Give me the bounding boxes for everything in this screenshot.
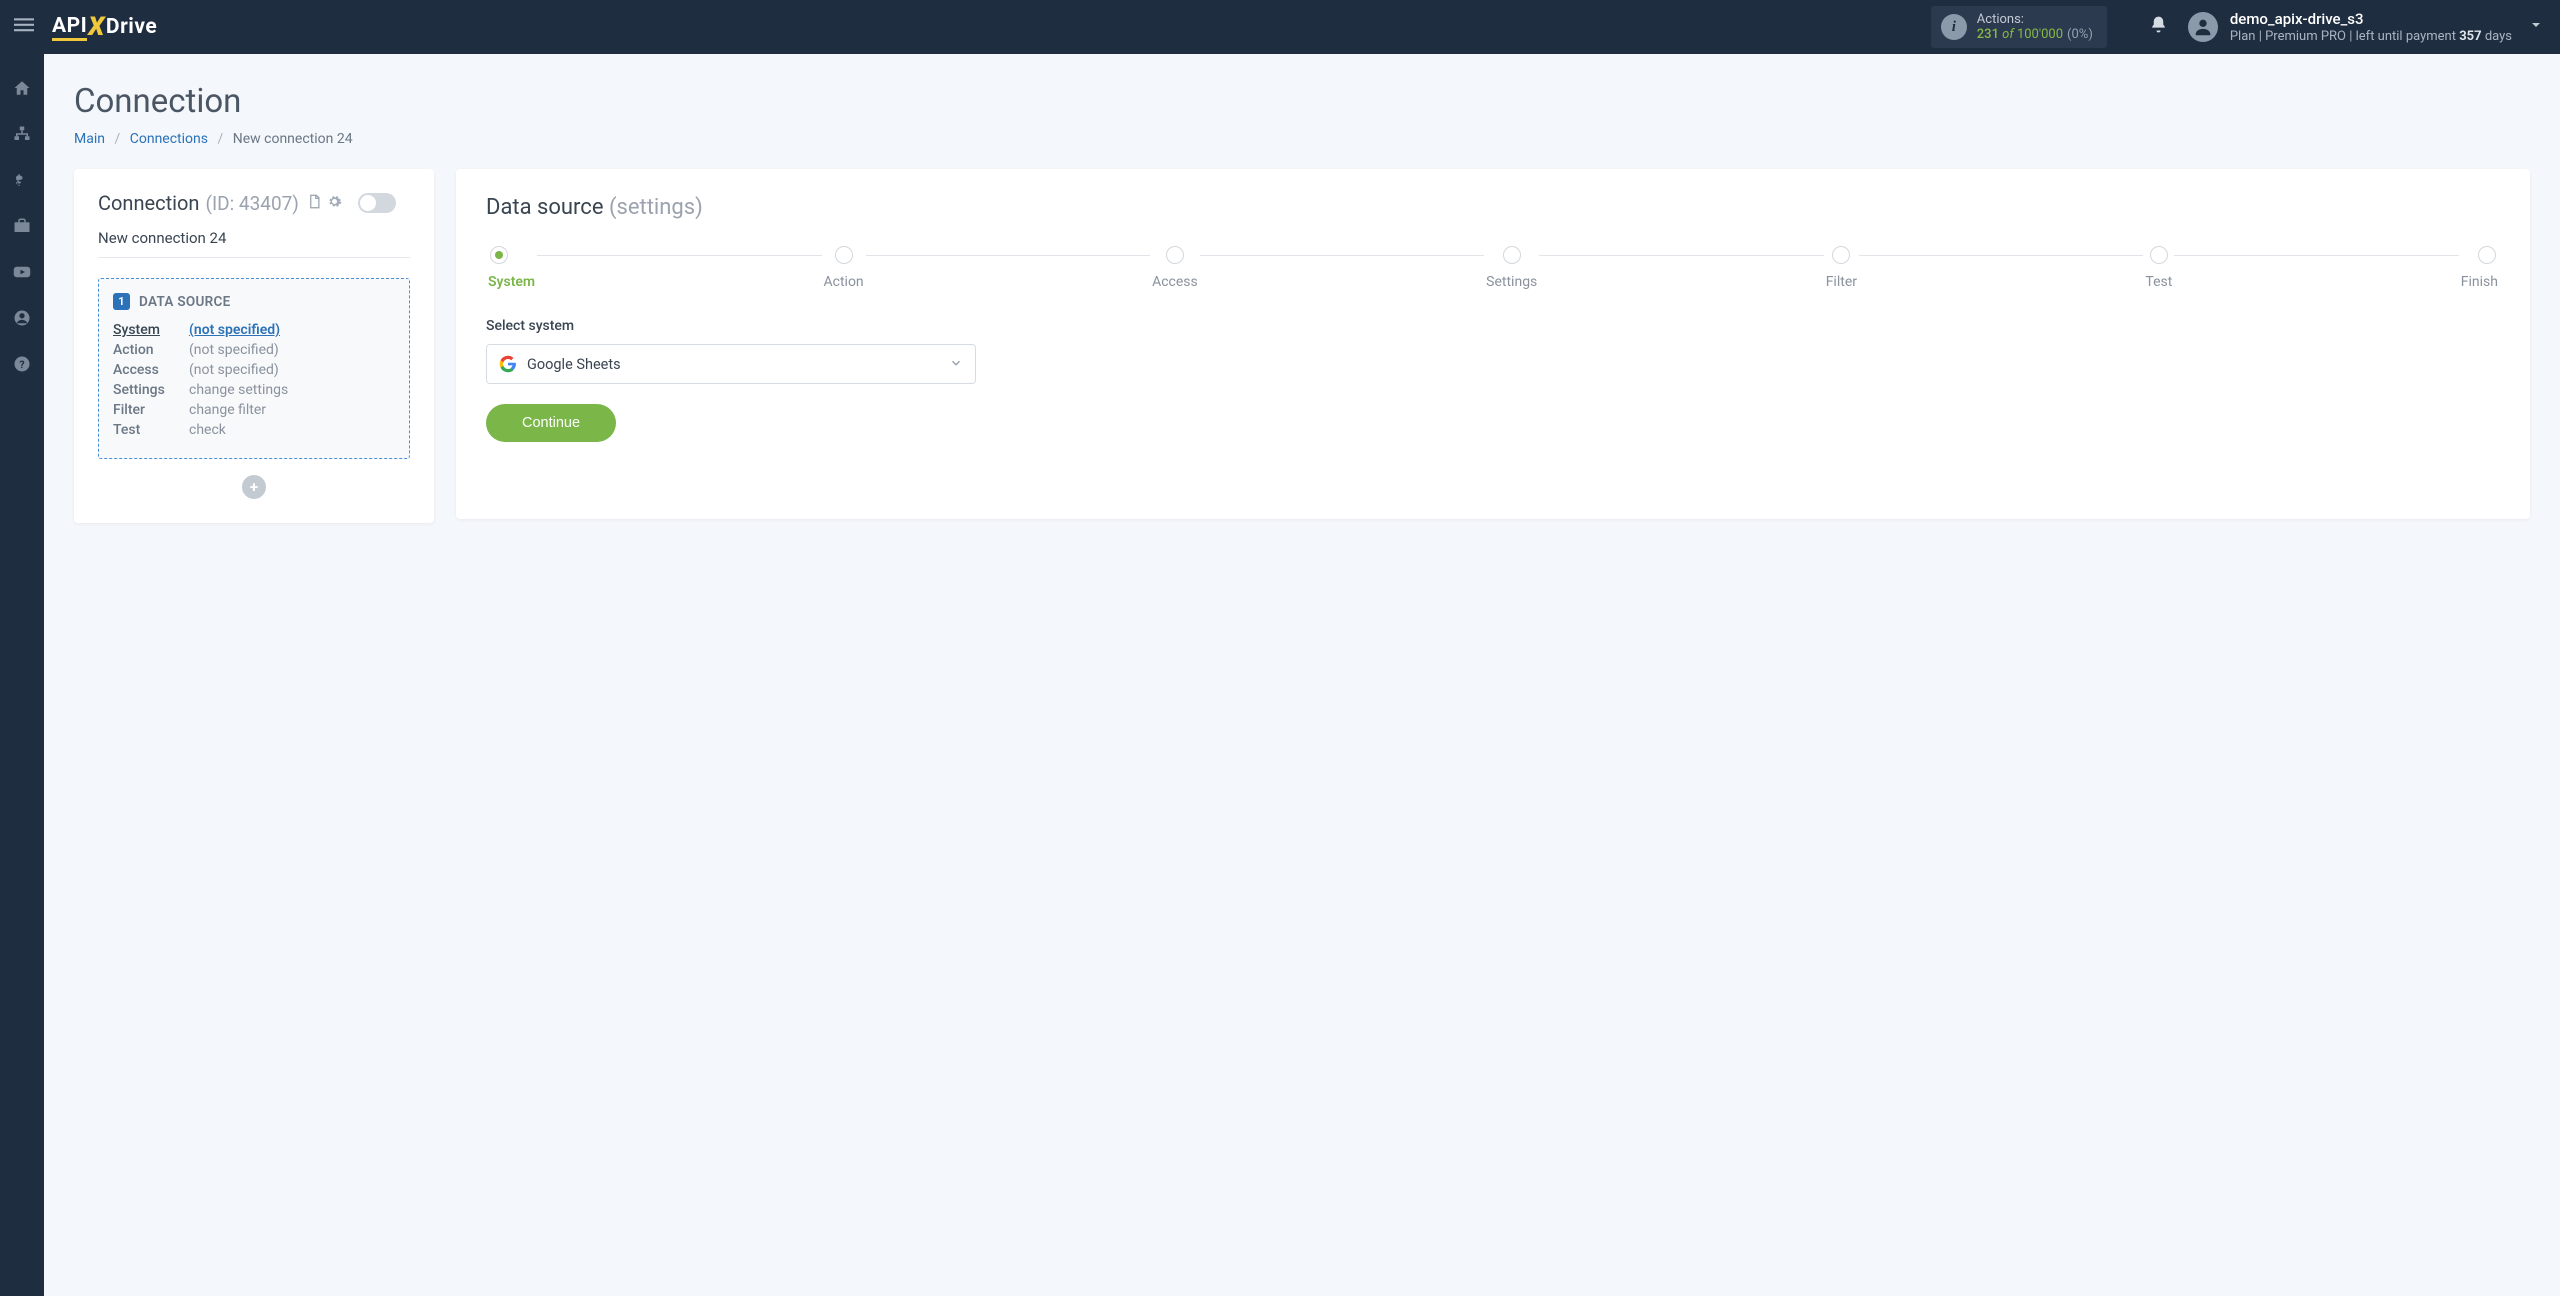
step-access[interactable]: Access: [1150, 246, 1200, 290]
info-icon: i: [1941, 14, 1967, 40]
briefcase-icon[interactable]: [12, 216, 32, 236]
user-icon[interactable]: [12, 308, 32, 328]
main-content: Connection Main / Connections / New conn…: [44, 54, 2560, 1296]
system-select[interactable]: Google Sheets: [486, 344, 976, 384]
row-key: Test: [113, 422, 189, 438]
avatar-icon: [2188, 12, 2218, 42]
help-icon[interactable]: ?: [12, 354, 32, 374]
chevron-down-icon: [949, 356, 963, 373]
stepper: System Action Access Settings Filter Test Fini…: [486, 246, 2500, 290]
home-icon[interactable]: [12, 78, 32, 98]
youtube-icon[interactable]: [12, 262, 32, 282]
data-source-settings-card: Data source (settings) System Action Acces…: [456, 169, 2530, 519]
connection-name: New connection 24: [98, 229, 410, 258]
sidebar: ?: [0, 54, 44, 1296]
step-finish[interactable]: Finish: [2459, 246, 2500, 290]
step-dot: [1503, 246, 1521, 264]
row-key: Filter: [113, 402, 189, 418]
gear-icon[interactable]: [327, 194, 342, 213]
breadcrumb-current: New connection 24: [233, 131, 353, 147]
right-heading-sub: (settings): [609, 195, 703, 220]
svg-text:?: ?: [19, 358, 24, 371]
source-row[interactable]: Action(not specified): [113, 342, 395, 358]
row-key: System: [113, 322, 189, 338]
system-select-value: Google Sheets: [527, 356, 949, 373]
row-value: check: [189, 422, 226, 438]
data-source-box: 1 DATA SOURCE System(not specified)Actio…: [98, 278, 410, 459]
right-heading: Data source: [486, 195, 604, 220]
row-value: (not specified): [189, 322, 280, 338]
user-plan: Plan | Premium PRO | left until payment …: [2230, 29, 2512, 44]
actions-label: Actions:: [1977, 12, 2093, 27]
connection-id: (ID: 43407): [205, 192, 298, 215]
source-row[interactable]: Filterchange filter: [113, 402, 395, 418]
user-menu[interactable]: demo_apix-drive_s3 Plan | Premium PRO | …: [2188, 10, 2544, 44]
google-icon: [499, 355, 517, 373]
source-row[interactable]: Testcheck: [113, 422, 395, 438]
breadcrumb-main[interactable]: Main: [74, 131, 105, 147]
top-nav: APIXDrive i Actions: 231 of 100'000(0%) …: [0, 0, 2560, 54]
actions-pct: (0%): [2067, 27, 2093, 42]
breadcrumb-connections[interactable]: Connections: [130, 131, 208, 147]
row-value: change filter: [189, 402, 266, 418]
page-title: Connection: [74, 82, 2530, 121]
step-label: Filter: [1826, 274, 1857, 290]
step-action[interactable]: Action: [822, 246, 866, 290]
step-label: Access: [1152, 274, 1198, 290]
step-settings[interactable]: Settings: [1484, 246, 1539, 290]
row-value: (not specified): [189, 362, 279, 378]
enable-toggle[interactable]: [358, 193, 396, 213]
row-key: Action: [113, 342, 189, 358]
box-title: DATA SOURCE: [139, 294, 231, 310]
user-name: demo_apix-drive_s3: [2230, 10, 2512, 28]
step-system[interactable]: System: [486, 246, 537, 290]
row-key: Access: [113, 362, 189, 378]
billing-icon[interactable]: [12, 170, 32, 190]
step-badge: 1: [113, 293, 130, 310]
add-destination-button[interactable]: +: [242, 475, 266, 499]
source-row[interactable]: Settingschange settings: [113, 382, 395, 398]
source-row[interactable]: Access(not specified): [113, 362, 395, 378]
file-icon[interactable]: [307, 194, 322, 213]
connections-icon[interactable]: [12, 124, 32, 144]
actions-quota: 100'000: [2017, 27, 2063, 42]
menu-icon[interactable]: [14, 15, 40, 40]
connection-summary-card: Connection (ID: 43407) New connection 24…: [74, 169, 434, 523]
step-label: Test: [2145, 274, 2172, 290]
breadcrumb: Main / Connections / New connection 24: [74, 131, 2530, 147]
bell-icon[interactable]: [2149, 15, 2168, 39]
chevron-down-icon[interactable]: [2528, 17, 2544, 37]
row-value: (not specified): [189, 342, 279, 358]
step-test[interactable]: Test: [2143, 246, 2174, 290]
step-dot: [2478, 246, 2496, 264]
step-label: Settings: [1486, 274, 1537, 290]
card-heading: Connection: [98, 191, 199, 215]
logo[interactable]: APIXDrive: [52, 12, 157, 42]
step-label: System: [488, 274, 535, 290]
step-dot: [490, 246, 508, 264]
step-label: Finish: [2461, 274, 2498, 290]
step-dot: [1832, 246, 1850, 264]
actions-counter[interactable]: i Actions: 231 of 100'000(0%): [1931, 6, 2107, 48]
step-dot: [835, 246, 853, 264]
step-dot: [1166, 246, 1184, 264]
row-key: Settings: [113, 382, 189, 398]
actions-used: 231: [1977, 27, 1999, 42]
row-value: change settings: [189, 382, 288, 398]
step-label: Action: [824, 274, 864, 290]
source-row[interactable]: System(not specified): [113, 322, 395, 338]
select-system-label: Select system: [486, 318, 2500, 334]
step-filter[interactable]: Filter: [1824, 246, 1859, 290]
continue-button[interactable]: Continue: [486, 404, 616, 442]
step-dot: [2150, 246, 2168, 264]
